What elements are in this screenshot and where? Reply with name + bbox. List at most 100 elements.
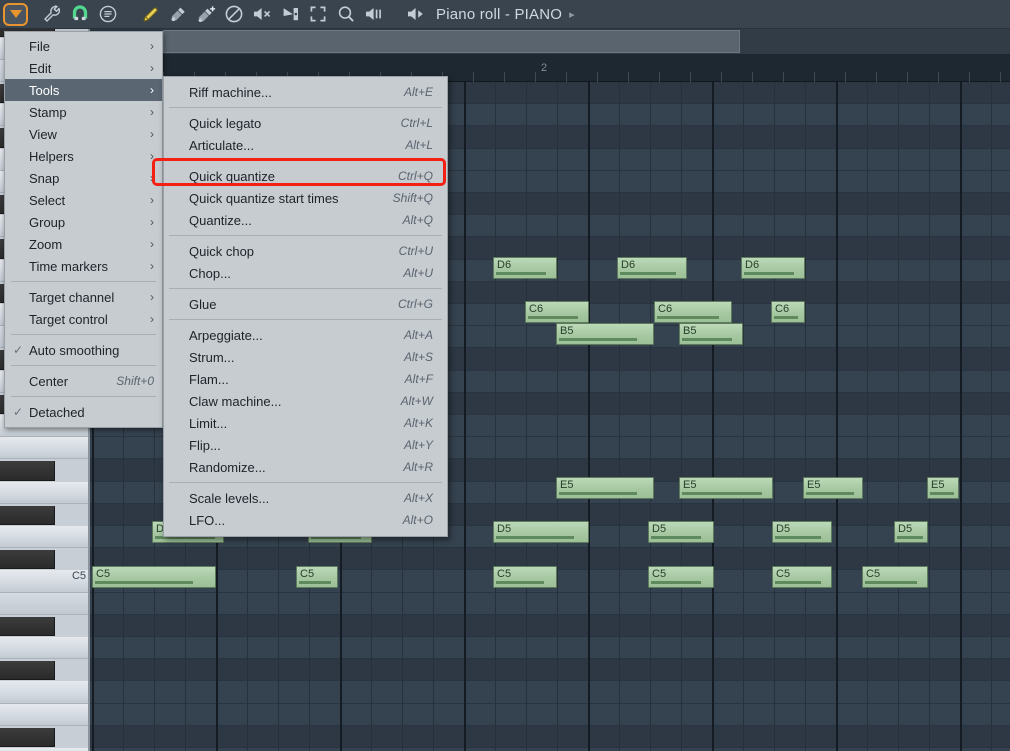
paint-icon[interactable] <box>165 2 191 26</box>
piano-roll-note[interactable]: C6 <box>654 301 732 323</box>
grid-row[interactable] <box>90 637 1010 660</box>
submenu-item-label: Strum... <box>189 349 235 365</box>
piano-roll-note[interactable]: B5 <box>556 323 654 345</box>
piano-white-key[interactable] <box>0 592 90 615</box>
main-menu-item-stamp[interactable]: Stamp › <box>5 101 162 123</box>
piano-roll-note[interactable]: C6 <box>771 301 805 323</box>
main-menu-item-helpers[interactable]: Helpers › <box>5 145 162 167</box>
piano-roll-note[interactable]: D5 <box>772 521 832 543</box>
tools-submenu[interactable]: Riff machine... Alt+E Quick legato Ctrl+L Ar… <box>163 76 448 537</box>
main-menu-item-file[interactable]: File › <box>5 35 162 57</box>
magnet-icon[interactable] <box>67 2 93 26</box>
piano-black-key[interactable] <box>0 616 55 636</box>
main-menu-item-center[interactable]: Center Shift+0 <box>5 370 162 392</box>
piano-roll-note[interactable]: C5 <box>648 566 714 588</box>
grid-row[interactable] <box>90 681 1010 704</box>
tools-menu-item-claw-machine[interactable]: Claw machine... Alt+W <box>164 390 447 412</box>
piano-roll-note[interactable]: E5 <box>803 477 863 499</box>
submenu-item-shortcut: Alt+A <box>403 328 433 342</box>
piano-white-key[interactable] <box>0 526 90 549</box>
piano-roll-note[interactable]: D5 <box>894 521 928 543</box>
tools-menu-item-riff-machine[interactable]: Riff machine... Alt+E <box>164 81 447 103</box>
main-menu-item-detached[interactable]: ✓ Detached <box>5 401 162 423</box>
piano-roll-note[interactable]: B5 <box>679 323 743 345</box>
wrench-icon[interactable] <box>39 2 65 26</box>
main-menu-item-view[interactable]: View › <box>5 123 162 145</box>
piano-roll-main-menu[interactable]: File › Edit › Tools › Stamp › View › Helpers › Snap ›… <box>4 31 163 428</box>
main-menu-item-tools[interactable]: Tools › <box>5 79 162 101</box>
main-menu-item-target-channel[interactable]: Target channel › <box>5 286 162 308</box>
piano-roll-note[interactable]: C5 <box>772 566 832 588</box>
piano-roll-note[interactable]: E5 <box>556 477 654 499</box>
tools-menu-item-strum[interactable]: Strum... Alt+S <box>164 346 447 368</box>
menu-item-label: Detached <box>29 404 85 420</box>
select-icon[interactable] <box>305 2 331 26</box>
piano-roll-note[interactable]: C6 <box>525 301 589 323</box>
tools-menu-item-flip[interactable]: Flip... Alt+Y <box>164 434 447 456</box>
piano-roll-note[interactable]: E5 <box>927 477 959 499</box>
piano-white-key[interactable] <box>0 681 90 704</box>
tools-menu-item-articulate[interactable]: Articulate... Alt+L <box>164 134 447 156</box>
slip-icon[interactable] <box>277 2 303 26</box>
ruler-tick <box>783 72 784 82</box>
tools-menu-item-flam[interactable]: Flam... Alt+F <box>164 368 447 390</box>
piano-roll-note[interactable]: D6 <box>493 257 557 279</box>
tools-menu-item-quick-chop[interactable]: Quick chop Ctrl+U <box>164 240 447 262</box>
grid-row[interactable] <box>90 592 1010 615</box>
main-menu-item-edit[interactable]: Edit › <box>5 57 162 79</box>
speaker-icon[interactable] <box>403 2 429 26</box>
tools-menu-item-quick-quantize[interactable]: Quick quantize Ctrl+Q <box>164 165 447 187</box>
grid-row[interactable] <box>90 725 1010 748</box>
tools-menu-item-limit[interactable]: Limit... Alt+K <box>164 412 447 434</box>
tools-menu-item-quantize[interactable]: Quantize... Alt+Q <box>164 209 447 231</box>
horizontal-scrollbar-thumb[interactable] <box>163 30 740 53</box>
piano-black-key[interactable] <box>0 727 55 747</box>
zoom-icon[interactable] <box>333 2 359 26</box>
grid-row[interactable] <box>90 703 1010 726</box>
piano-roll-note[interactable]: D6 <box>617 257 687 279</box>
piano-black-key[interactable] <box>0 550 55 570</box>
piano-white-key[interactable] <box>0 437 90 460</box>
paint-add-icon[interactable] <box>193 2 219 26</box>
piano-black-key[interactable] <box>0 505 55 525</box>
grid-row[interactable] <box>90 659 1010 682</box>
piano-white-key[interactable] <box>0 481 90 504</box>
tools-menu-item-scale-levels[interactable]: Scale levels... Alt+X <box>164 487 447 509</box>
menu-dropdown-button[interactable] <box>3 2 28 26</box>
tools-menu-item-arpeggiate[interactable]: Arpeggiate... Alt+A <box>164 324 447 346</box>
piano-roll-note[interactable]: C5 <box>862 566 928 588</box>
playback-icon[interactable] <box>361 2 387 26</box>
piano-black-key[interactable] <box>0 661 55 681</box>
piano-roll-note[interactable]: C5 <box>296 566 338 588</box>
tools-menu-item-quick-quantize-start-times[interactable]: Quick quantize start times Shift+Q <box>164 187 447 209</box>
horizontal-scrollbar-track[interactable] <box>163 29 1010 54</box>
piano-roll-note[interactable]: D5 <box>493 521 589 543</box>
piano-black-key[interactable] <box>0 461 55 481</box>
ruler-tick <box>969 72 970 82</box>
tools-menu-item-glue[interactable]: Glue Ctrl+G <box>164 293 447 315</box>
tools-menu-item-quick-legato[interactable]: Quick legato Ctrl+L <box>164 112 447 134</box>
main-menu-item-snap[interactable]: Snap › <box>5 167 162 189</box>
tools-menu-item-randomize[interactable]: Randomize... Alt+R <box>164 456 447 478</box>
piano-white-key[interactable] <box>0 703 90 726</box>
tools-menu-item-lfo[interactable]: LFO... Alt+O <box>164 509 447 531</box>
piano-roll-note[interactable]: D6 <box>741 257 805 279</box>
main-menu-item-auto-smoothing[interactable]: ✓ Auto smoothing <box>5 339 162 361</box>
piano-roll-note[interactable]: E5 <box>679 477 773 499</box>
delete-icon[interactable] <box>221 2 247 26</box>
main-menu-item-target-control[interactable]: Target control › <box>5 308 162 330</box>
main-menu-item-select[interactable]: Select › <box>5 189 162 211</box>
list-icon[interactable] <box>95 2 121 26</box>
piano-roll-note[interactable]: C5 <box>493 566 557 588</box>
piano-roll-note[interactable]: D5 <box>648 521 714 543</box>
piano-roll-note[interactable]: C5 <box>92 566 216 588</box>
grid-row[interactable] <box>90 614 1010 637</box>
tools-menu-item-chop[interactable]: Chop... Alt+U <box>164 262 447 284</box>
mute-icon[interactable] <box>249 2 275 26</box>
main-menu-item-time-markers[interactable]: Time markers › <box>5 255 162 277</box>
piano-white-key[interactable] <box>0 637 90 660</box>
main-menu-item-group[interactable]: Group › <box>5 211 162 233</box>
main-menu-item-zoom[interactable]: Zoom › <box>5 233 162 255</box>
menu-item-label: Stamp <box>29 104 67 120</box>
pencil-icon[interactable] <box>137 2 163 26</box>
